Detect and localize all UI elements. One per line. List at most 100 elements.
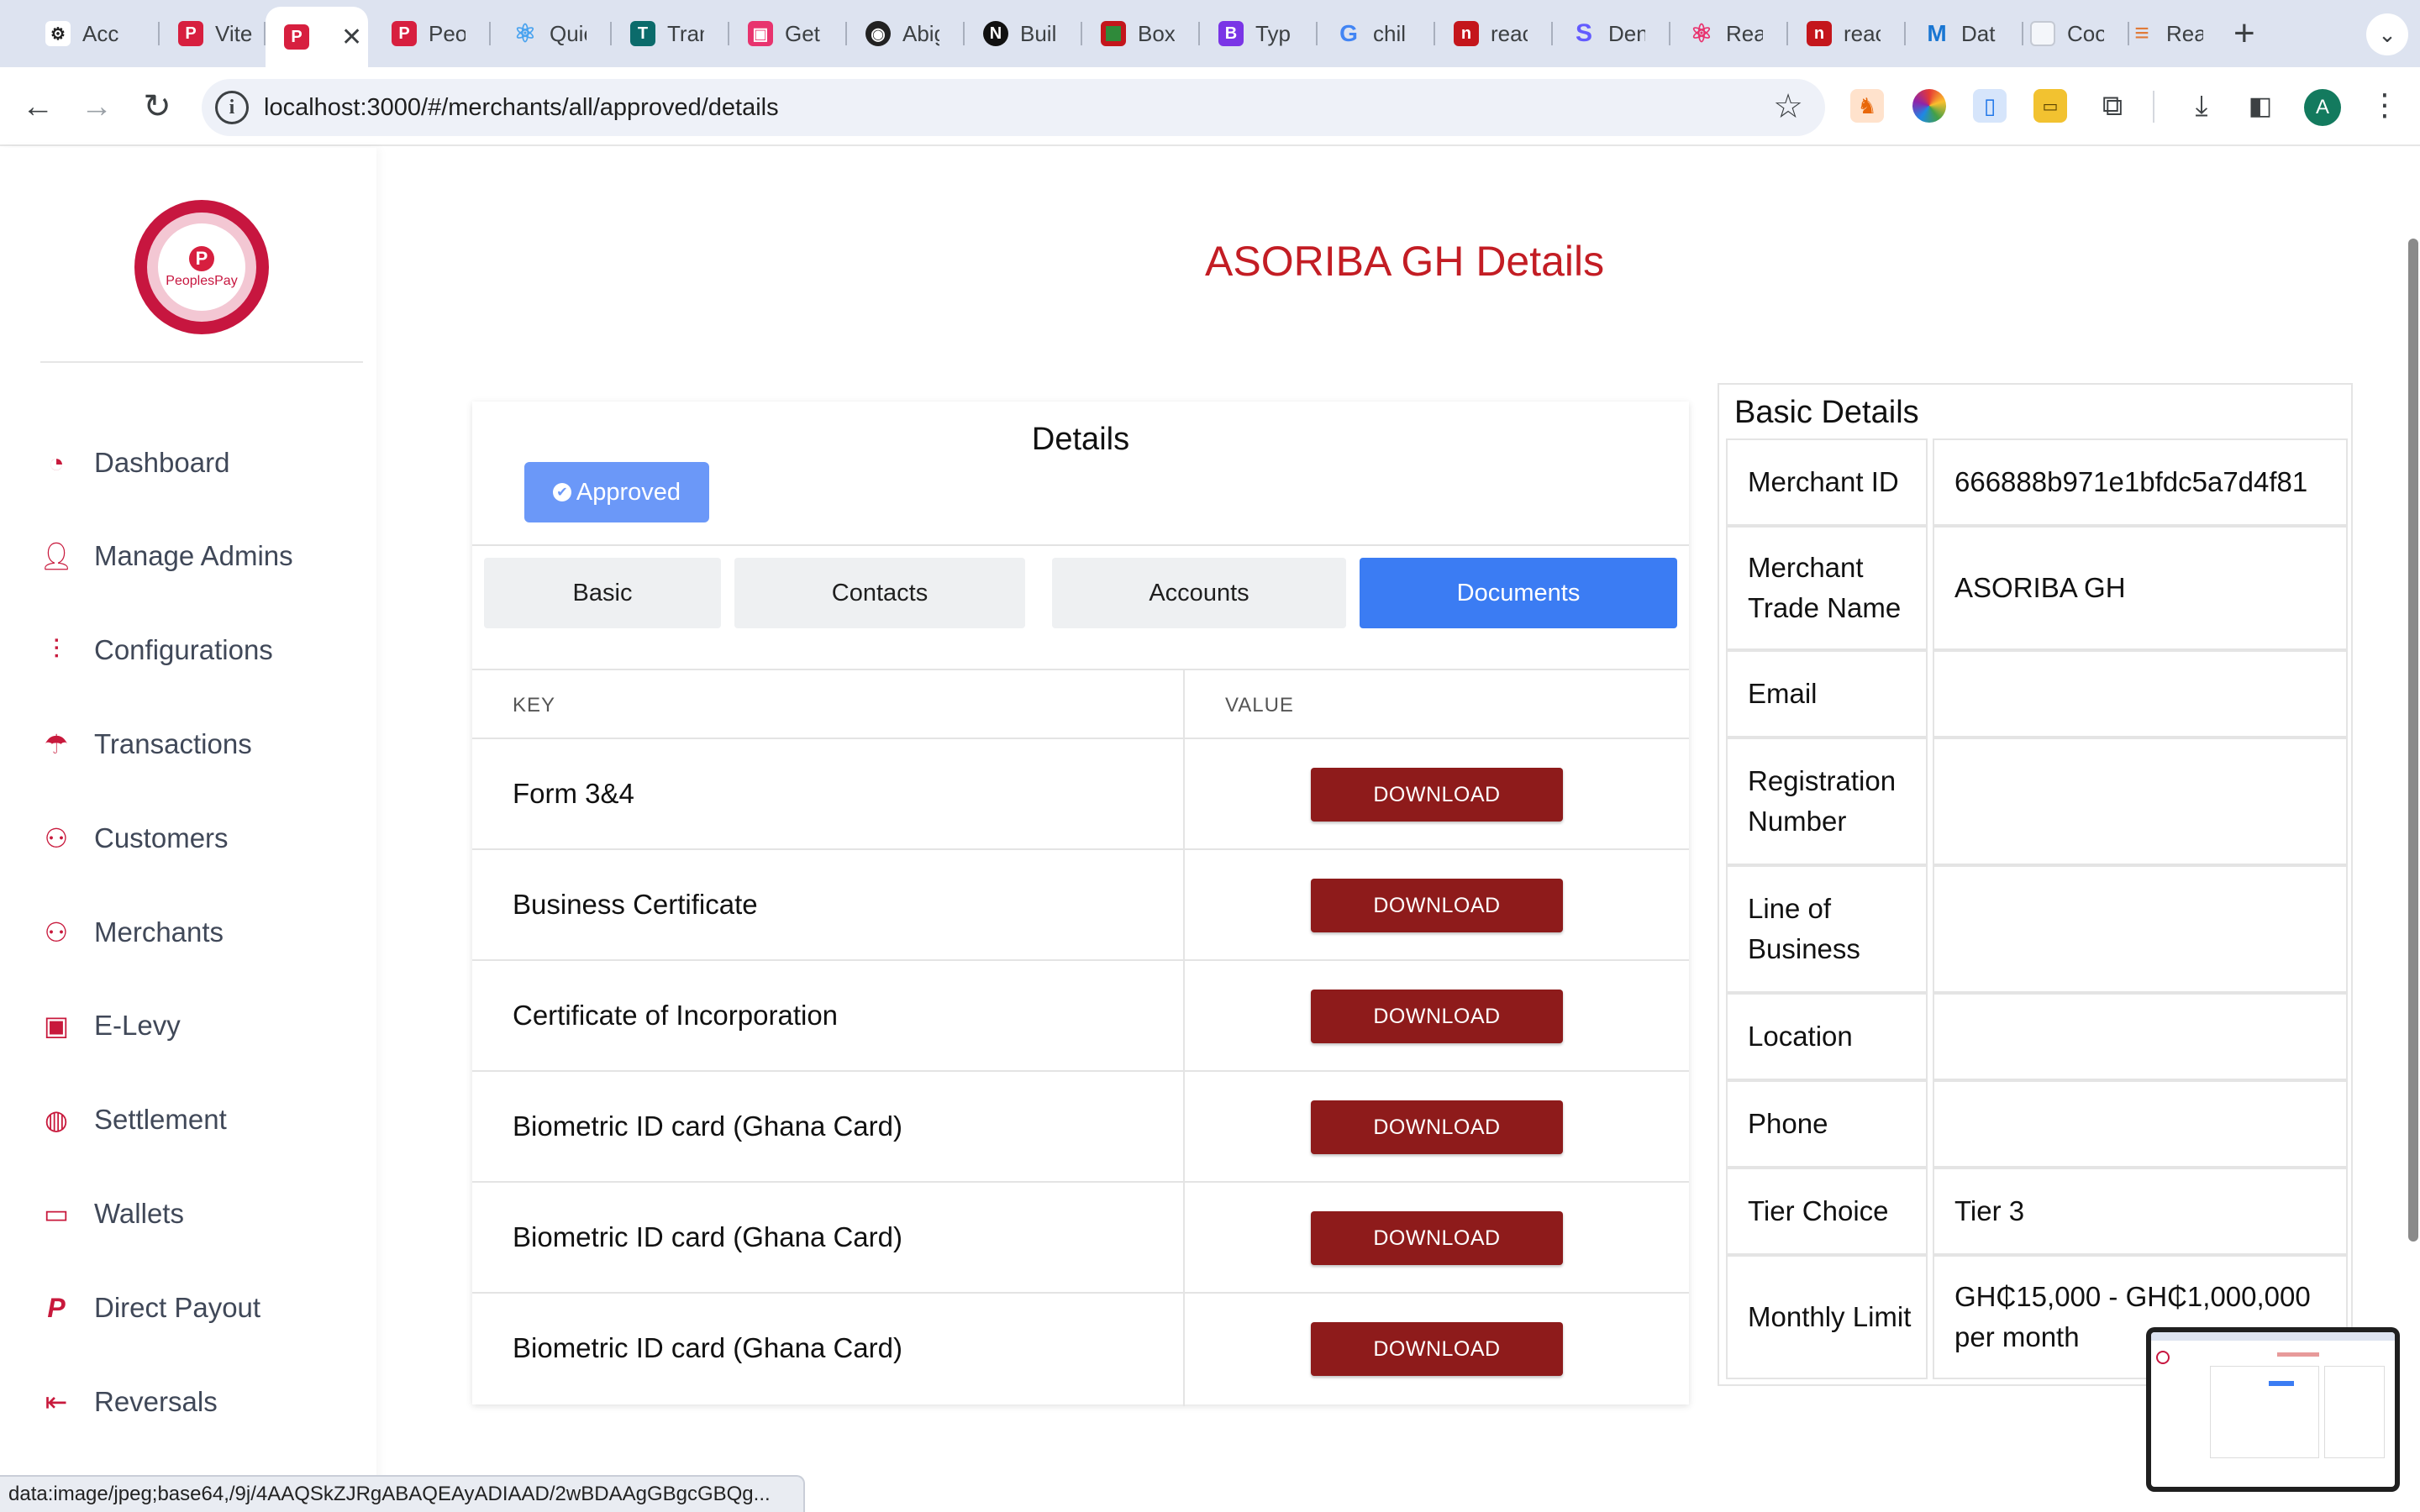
document-name: Certificate of Incorporation: [513, 1000, 839, 1031]
browser-tab-13[interactable]: S Den: [1553, 8, 1670, 59]
browser-tab-16[interactable]: M Dat: [1906, 8, 2023, 59]
detail-value: 666888b971e1bfdc5a7d4f81: [1933, 438, 2348, 526]
forward-arrow-icon[interactable]: →: [76, 86, 118, 128]
site-info-icon[interactable]: i: [215, 91, 249, 124]
tab-search-chevron-icon[interactable]: ⌄: [2366, 13, 2408, 55]
peoplespay-icon: P: [178, 21, 203, 46]
basic-details-panel: Basic Details Merchant ID 666888b971e1bf…: [1718, 383, 2353, 1386]
browser-toolbar: ← → ↻ i localhost:3000/#/merchants/all/a…: [0, 67, 2420, 146]
download-biometric-id-button[interactable]: DOWNLOAD: [1311, 1322, 1563, 1376]
sidebar-item-transactions[interactable]: ☂ Transactions: [39, 719, 252, 769]
extension-phone-icon[interactable]: ▯: [1973, 89, 2007, 123]
dashboard-gauge-icon: ◔: [48, 447, 65, 478]
npm-icon: n: [1454, 21, 1479, 46]
detail-row-email: Email: [1726, 650, 2348, 738]
brand-name: PeoplesPay: [166, 273, 238, 288]
stripe-icon: S: [1575, 19, 1592, 47]
detail-row-line-of-business: Line of Business: [1726, 865, 2348, 993]
redux-icon: ≡: [2134, 19, 2149, 47]
tab-accounts[interactable]: Accounts: [1052, 558, 1346, 628]
money-icon: ▣: [43, 1011, 70, 1041]
nextjs-icon: N: [983, 21, 1008, 46]
sidebar-item-settlement[interactable]: ◍ Settlement: [39, 1095, 227, 1145]
download-form-3-4-button[interactable]: DOWNLOAD: [1311, 768, 1563, 822]
bookmark-star-icon[interactable]: ☆: [1773, 87, 1803, 126]
browser-tab-4[interactable]: ⚛ Quic: [494, 8, 612, 59]
browser-tab-3[interactable]: P Peo: [373, 8, 491, 59]
downloads-icon[interactable]: ⤓: [2185, 89, 2218, 123]
browser-tab-11[interactable]: G chil: [1318, 8, 1435, 59]
sidebar-item-wallets[interactable]: ▭ Wallets: [39, 1189, 184, 1239]
sidebar-item-customers[interactable]: ⚇ Customers: [39, 813, 229, 864]
table-row: Certificate of Incorporation DOWNLOAD: [472, 961, 1689, 1072]
details-card: Details ✔ Approved Basic Contacts Accoun…: [472, 402, 1689, 1406]
tab-basic[interactable]: Basic: [484, 558, 721, 628]
download-biometric-id-button[interactable]: DOWNLOAD: [1311, 1100, 1563, 1154]
browser-tab-8[interactable]: N Buil: [965, 8, 1082, 59]
google-icon: G: [1339, 20, 1358, 46]
reload-icon[interactable]: ↻: [136, 86, 178, 128]
peoplespay-logo[interactable]: P PeoplesPay: [134, 200, 269, 334]
download-certificate-of-incorporation-button[interactable]: DOWNLOAD: [1311, 990, 1563, 1043]
details-title: Details: [1031, 422, 1130, 457]
browser-menu-icon[interactable]: ⋮: [2370, 87, 2400, 123]
sidebar-item-direct-payout[interactable]: P Direct Payout: [39, 1283, 260, 1333]
download-biometric-id-button[interactable]: DOWNLOAD: [1311, 1211, 1563, 1265]
header-value: VALUE: [1225, 694, 1294, 717]
react-icon: ⚛: [1690, 19, 1713, 48]
extensions-puzzle-icon[interactable]: ⧉: [2096, 89, 2129, 123]
table-row: Biometric ID card (Ghana Card) DOWNLOAD: [472, 1072, 1689, 1183]
document-name: Business Certificate: [513, 889, 758, 920]
browser-tab-active[interactable]: P ✕: [266, 7, 368, 67]
detail-value: [1933, 650, 2348, 738]
wallet-icon: ▭: [43, 1199, 70, 1229]
sidebar-divider: [40, 361, 363, 363]
back-arrow-icon[interactable]: ←: [17, 86, 59, 128]
browser-tab-9[interactable]: Box: [1082, 8, 1200, 59]
peoplespay-logo-icon: P: [189, 245, 214, 271]
url-text[interactable]: localhost:3000/#/merchants/all/approved/…: [264, 94, 779, 122]
browser-tab-6[interactable]: ▣ Get: [729, 8, 847, 59]
browser-tab-14[interactable]: ⚛ Rea: [1670, 8, 1788, 59]
color-picker-extension-icon[interactable]: [1912, 89, 1946, 123]
side-panel-icon[interactable]: ◧: [2244, 89, 2277, 123]
profile-avatar[interactable]: A: [2304, 89, 2341, 126]
page-scrollbar[interactable]: [2408, 239, 2418, 1242]
sidebar-item-manage-admins[interactable]: 👤︎ Manage Admins: [39, 531, 293, 581]
address-bar[interactable]: i localhost:3000/#/merchants/all/approve…: [202, 79, 1825, 136]
bootstrap-icon: B: [1218, 21, 1244, 46]
tab-documents[interactable]: Documents: [1360, 558, 1677, 628]
browser-tab-1[interactable]: P Vite: [160, 8, 266, 59]
browser-tab-10[interactable]: B Typ: [1200, 8, 1318, 59]
browser-tab-5[interactable]: T Tran: [612, 8, 729, 59]
detail-value: ASORIBA GH: [1933, 526, 2348, 650]
sidebar-item-reversals[interactable]: ⇤ Reversals: [39, 1377, 218, 1427]
peoplespay-icon: P: [392, 21, 417, 46]
close-tab-icon[interactable]: ✕: [341, 23, 362, 52]
browser-tab-15[interactable]: n reac: [1788, 8, 1906, 59]
extension-fox-icon[interactable]: ♞: [1850, 89, 1884, 123]
detail-key: Line of Business: [1726, 865, 1928, 993]
new-tab-button[interactable]: +: [2233, 13, 2255, 54]
browser-tab-18[interactable]: ≡ Rea: [2111, 8, 2228, 59]
detail-value: [1933, 738, 2348, 865]
download-business-certificate-button[interactable]: DOWNLOAD: [1311, 879, 1563, 932]
tab-contacts[interactable]: Contacts: [734, 558, 1025, 628]
users-icon: ⚇: [44, 917, 69, 948]
browser-tab-7[interactable]: ◉ Abig: [847, 8, 965, 59]
sidebar-item-dashboard[interactable]: ◔ Dashboard: [39, 438, 229, 488]
tabs-divider: [472, 544, 1689, 546]
sidebar-item-e-levy[interactable]: ▣ E-Levy: [39, 1000, 181, 1051]
page-title: ASORIBA GH Details: [1205, 238, 1605, 285]
detail-row-trade-name: Merchant Trade Name ASORIBA GH: [1726, 526, 2348, 650]
sidebar-item-merchants[interactable]: ⚇ Merchants: [39, 907, 224, 958]
users-icon: ⚇: [44, 823, 69, 853]
sliders-icon: ⫶: [52, 634, 60, 664]
screen-recording-thumbnail[interactable]: [2146, 1327, 2400, 1492]
user-check-icon: 👤︎: [39, 541, 74, 571]
browser-tab-12[interactable]: n reac: [1435, 8, 1553, 59]
extension-folder-icon[interactable]: ▭: [2033, 89, 2067, 123]
browser-tab-0[interactable]: ⚙ Acc: [27, 8, 160, 59]
sidebar-item-configurations[interactable]: ⫶ Configurations: [39, 625, 273, 675]
mui-icon: M: [1927, 20, 1947, 46]
